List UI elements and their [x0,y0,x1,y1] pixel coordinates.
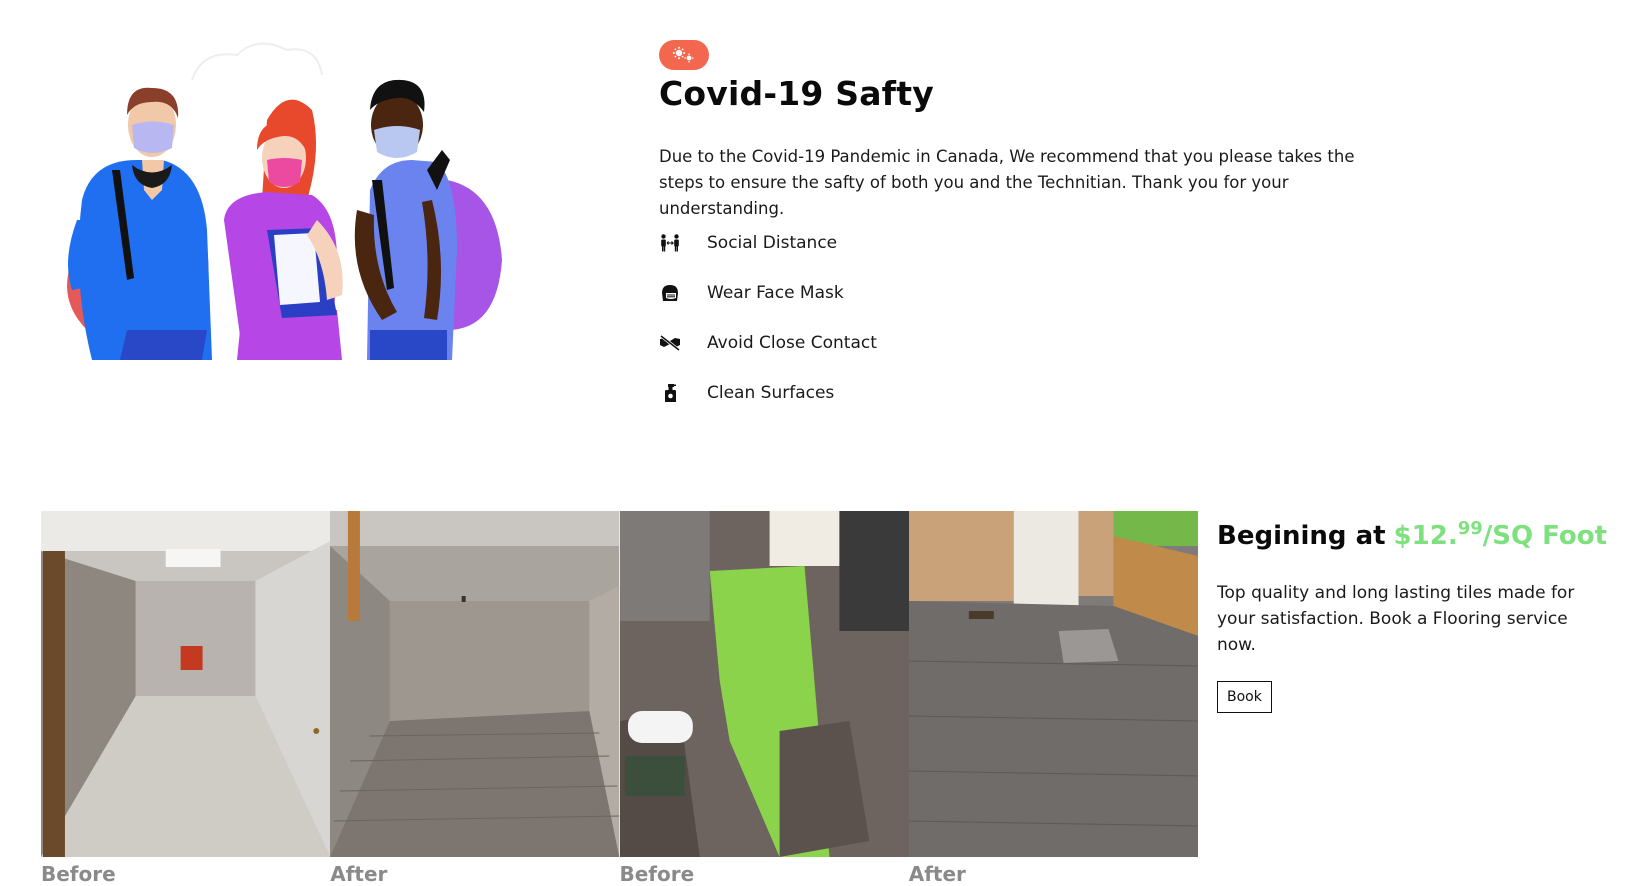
caption-before: Before [41,862,116,886]
rule-social-distance: Social Distance [659,218,877,268]
price: $12.99/SQ Foot [1393,518,1608,551]
price-main: $12. [1393,521,1458,551]
rule-avoid-close-contact: Avoid Close Contact [659,318,877,368]
before-photo-kitchen [619,511,909,857]
students-wearing-masks-illustration [67,42,502,360]
spray-bottle-icon [659,382,681,404]
rule-clean-surfaces: Clean Surfaces [659,368,877,418]
before-after-gallery [41,511,1198,857]
safety-rules-list: Social Distance Wear Face Mask Avoid Clo… [659,218,877,418]
caption-before: Before [619,862,695,886]
face-mask-icon [659,282,681,304]
gallery-captions: Before After Before After [41,864,1198,884]
no-handshake-icon [659,332,681,354]
after-photo-basement [330,511,620,857]
rule-label: Wear Face Mask [707,283,844,303]
rule-label: Avoid Close Contact [707,333,877,353]
covid-badge [659,40,709,70]
rule-label: Clean Surfaces [707,383,835,403]
pricing-heading: Begining at $12.99/SQ Foot [1217,518,1607,551]
book-button[interactable]: Book [1217,681,1272,713]
rule-label: Social Distance [707,233,838,253]
caption-after: After [330,862,388,886]
caption-after: After [908,862,966,886]
social-distance-icon [659,232,681,254]
pricing-heading-label: Begining at [1217,521,1386,551]
price-unit: /SQ Foot [1482,521,1608,551]
rule-face-mask: Wear Face Mask [659,268,877,318]
pricing-description: Top quality and long lasting tiles made … [1217,583,1575,655]
after-photo-kitchen [908,511,1198,857]
covid-title: Covid-19 Safty [659,74,934,113]
covid-description: Due to the Covid-19 Pandemic in Canada, … [659,147,1355,218]
before-photo-basement [41,511,331,857]
price-cents: 99 [1457,518,1483,539]
virus-icon [672,46,694,63]
